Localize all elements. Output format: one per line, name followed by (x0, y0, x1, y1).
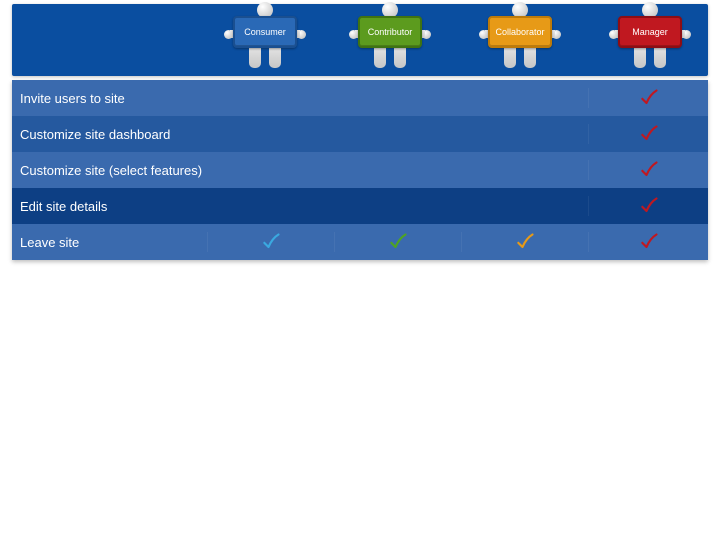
role-header-collaborator: Collaborator (480, 2, 560, 74)
check-icon (261, 232, 281, 252)
permission-cell (588, 124, 708, 144)
role-label: Manager (618, 16, 682, 48)
permission-cell (461, 232, 588, 252)
permission-cell (334, 232, 461, 252)
role-label: Contributor (358, 16, 422, 48)
permission-cell (588, 88, 708, 108)
avatar-legs (504, 48, 536, 68)
permission-cell (207, 232, 334, 252)
permission-label: Leave site (12, 235, 207, 250)
table-row: Invite users to site (12, 80, 708, 116)
check-icon (639, 124, 659, 144)
table-row: Leave site (12, 224, 708, 260)
role-label: Collaborator (488, 16, 552, 48)
check-icon (639, 196, 659, 216)
permissions-table: Invite users to site Customize site dashb… (12, 80, 708, 260)
check-icon (515, 232, 535, 252)
table-row: Customize site dashboard (12, 116, 708, 152)
role-header-consumer: Consumer (225, 2, 305, 74)
role-label: Consumer (233, 16, 297, 48)
table-row: Edit site details (12, 188, 708, 224)
check-icon (388, 232, 408, 252)
table-row: Customize site (select features) (12, 152, 708, 188)
role-header-contributor: Contributor (350, 2, 430, 74)
permission-cell (588, 232, 708, 252)
permission-cell (588, 196, 708, 216)
avatar-legs (634, 48, 666, 68)
permission-label: Customize site (select features) (12, 163, 207, 178)
permission-label: Customize site dashboard (12, 127, 207, 142)
check-icon (639, 88, 659, 108)
role-header-bar: Consumer Contributor Collaborator Manager (12, 4, 708, 76)
avatar-legs (249, 48, 281, 68)
permission-label: Edit site details (12, 199, 207, 214)
permission-label: Invite users to site (12, 91, 207, 106)
role-header-manager: Manager (610, 2, 690, 74)
avatar-legs (374, 48, 406, 68)
check-icon (639, 160, 659, 180)
check-icon (639, 232, 659, 252)
permission-cell (588, 160, 708, 180)
